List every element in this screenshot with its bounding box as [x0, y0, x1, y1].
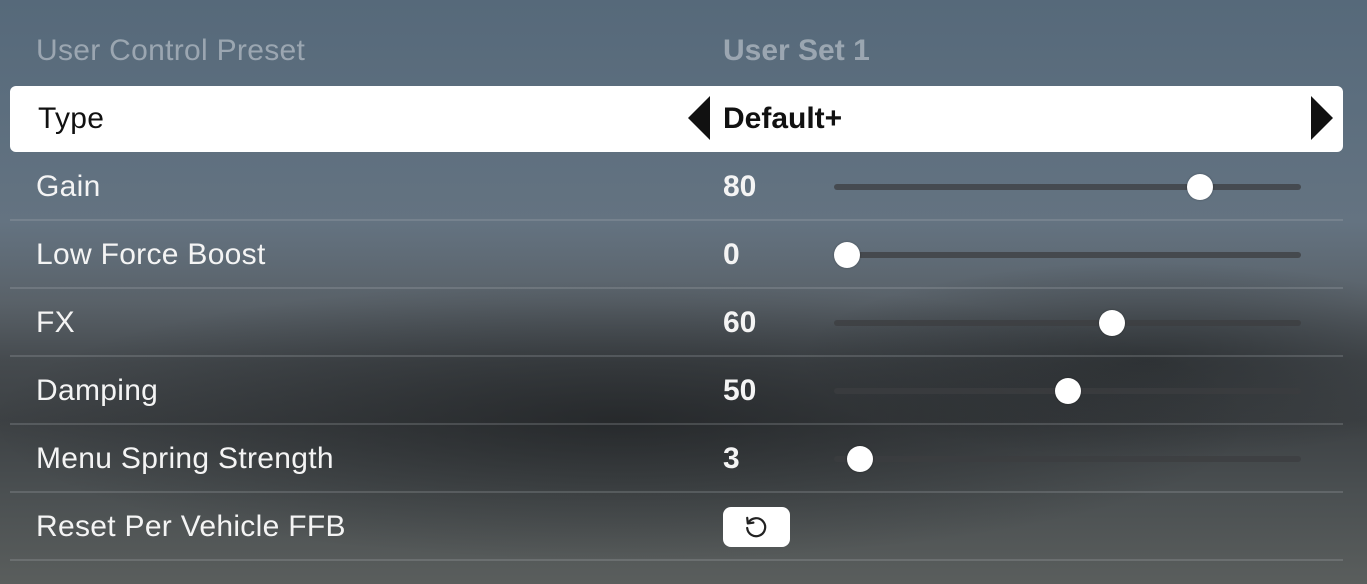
setting-label: Menu Spring Strength	[36, 442, 334, 475]
setting-row-menu-spring-strength[interactable]: Menu Spring Strength 3	[10, 426, 1343, 493]
slider-thumb[interactable]	[1186, 174, 1213, 200]
setting-value: 80	[723, 170, 757, 203]
setting-row-fx[interactable]: FX 60	[10, 290, 1343, 357]
setting-value: 50	[723, 374, 757, 407]
slider-thumb[interactable]	[834, 242, 860, 268]
caret-left-icon[interactable]	[688, 96, 710, 140]
setting-row-damping[interactable]: Damping 50	[10, 358, 1343, 425]
low-force-boost-slider[interactable]	[834, 242, 1301, 268]
setting-value: 0	[723, 238, 740, 271]
slider-thumb[interactable]	[1054, 378, 1081, 404]
ffb-settings-menu: User Control Preset User Set 1 Type Defa…	[0, 0, 1367, 584]
preset-value: User Set 1	[723, 34, 870, 67]
setting-value: 60	[723, 306, 757, 339]
slider-track[interactable]	[834, 184, 1301, 190]
setting-label: Damping	[36, 374, 159, 407]
slider-track[interactable]	[834, 456, 1301, 462]
reset-icon	[746, 516, 767, 538]
setting-value: 3	[723, 442, 740, 475]
setting-label: Low Force Boost	[36, 238, 266, 271]
type-label: Type	[38, 102, 105, 135]
slider-thumb[interactable]	[847, 446, 874, 472]
reset-button[interactable]	[723, 507, 790, 547]
type-row[interactable]: Type Default+	[10, 86, 1343, 152]
slider-thumb[interactable]	[1098, 310, 1125, 336]
setting-label: FX	[36, 306, 75, 339]
preset-row[interactable]: User Control Preset User Set 1	[10, 18, 1343, 84]
reset-label: Reset Per Vehicle FFB	[36, 510, 346, 543]
preset-label: User Control Preset	[36, 34, 306, 67]
setting-row-reset-ffb[interactable]: Reset Per Vehicle FFB	[10, 494, 1343, 561]
setting-row-low-force-boost[interactable]: Low Force Boost 0	[10, 222, 1343, 289]
slider-track[interactable]	[834, 252, 1301, 258]
caret-right-icon[interactable]	[1311, 96, 1333, 140]
setting-row-gain[interactable]: Gain 80	[10, 154, 1343, 221]
menu-spring-strength-slider[interactable]	[834, 446, 1301, 472]
damping-slider[interactable]	[834, 378, 1301, 404]
gain-slider[interactable]	[834, 174, 1301, 200]
type-value: Default+	[723, 102, 843, 135]
setting-label: Gain	[36, 170, 101, 203]
slider-track[interactable]	[834, 320, 1301, 326]
fx-slider[interactable]	[834, 310, 1301, 336]
